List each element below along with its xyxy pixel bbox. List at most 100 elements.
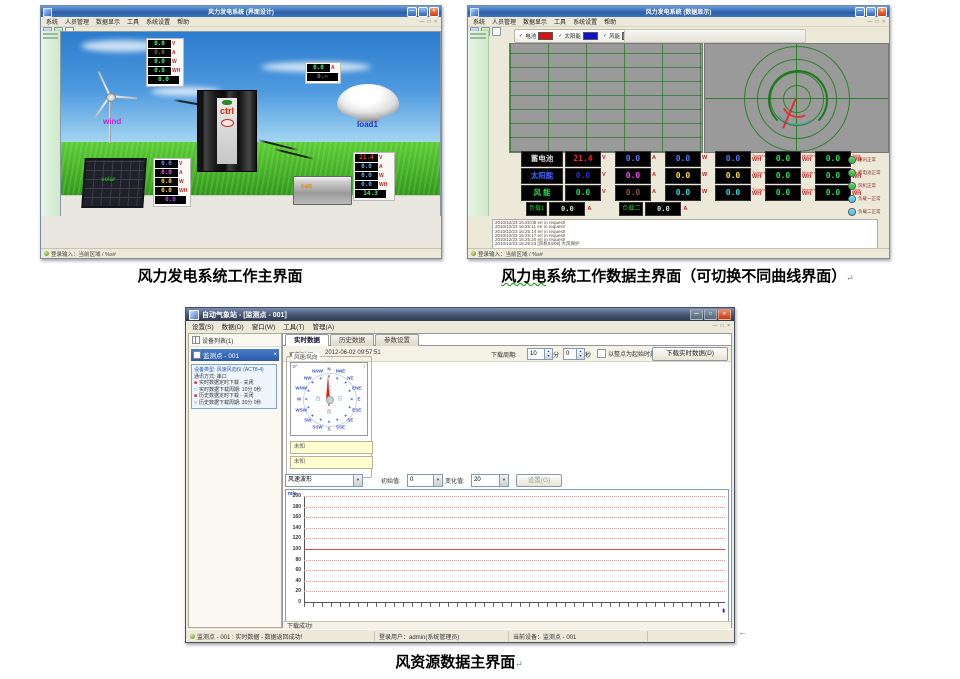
status-light-4: 负载二正常 bbox=[848, 205, 881, 218]
win3-titlebar: 自动气象站 - [监测点 - 001] — □ × bbox=[186, 308, 734, 321]
menu-item-0[interactable]: 设置(S) bbox=[192, 321, 214, 331]
checkbox-align-hour[interactable]: 以整点为起始时刻 bbox=[597, 349, 656, 358]
legend-item-0[interactable]: ✓电池 bbox=[519, 32, 553, 40]
wind-turbine-label: wind bbox=[103, 117, 121, 126]
chevron-down-icon[interactable]: ▼ bbox=[499, 475, 508, 486]
maximize-button[interactable]: □ bbox=[704, 309, 717, 320]
log-area[interactable]: 2010/12/23 16:25:08 err in request!2010/… bbox=[492, 219, 878, 249]
stepper-arrows-icon[interactable]: ▲▼ bbox=[576, 349, 584, 359]
wind-speed-value-box[interactable]: 未知 bbox=[290, 441, 373, 454]
minimize-button[interactable]: — bbox=[407, 7, 417, 17]
status-light-label: 负载二正常 bbox=[858, 209, 881, 215]
compass-zero-label: 0° bbox=[293, 364, 297, 369]
menu-item-3[interactable]: 工具(T) bbox=[283, 321, 304, 331]
menu-item-4[interactable]: 系统设置 bbox=[146, 17, 170, 26]
init-value-select[interactable]: 0 ▼ bbox=[407, 474, 443, 487]
chevron-down-icon[interactable]: ▼ bbox=[353, 475, 362, 486]
win1-sidebar[interactable] bbox=[41, 31, 61, 216]
win3-title: 自动气象站 - [监测点 - 001] bbox=[202, 310, 287, 320]
document-page: 风力发电系统 (界面设计) — □ × 系统人员管理数据显示工具系统设置帮助— … bbox=[0, 0, 960, 679]
tab-2[interactable]: 参数设置 bbox=[375, 334, 419, 346]
win1-app-icon bbox=[43, 8, 52, 17]
menu-item-2[interactable]: 窗口(W) bbox=[252, 321, 275, 331]
menu-item-3[interactable]: 工具 bbox=[127, 17, 139, 26]
legend-swatch bbox=[538, 32, 553, 40]
win2-sidebar[interactable] bbox=[468, 31, 489, 216]
menu-item-2[interactable]: 数据显示 bbox=[523, 17, 547, 26]
caption-left: 风力发电系统工作主界面 bbox=[20, 265, 420, 286]
win2-statusbar: 登录输入：当前区域 / %s# bbox=[468, 248, 889, 258]
load-label: load1 bbox=[357, 120, 378, 129]
unit-label: V bbox=[602, 173, 613, 179]
close-button[interactable]: × bbox=[718, 309, 731, 320]
close-button[interactable]: × bbox=[429, 7, 439, 17]
meter-load: 0.0A0.— bbox=[305, 62, 341, 84]
seconds-stepper[interactable]: 0 ▲▼ bbox=[563, 348, 585, 360]
checkbox-icon: ✓ bbox=[519, 33, 523, 39]
caption-right-rest: 系统工作数据主界面（可切换不同曲线界面） bbox=[546, 269, 846, 285]
checkbox-icon[interactable] bbox=[597, 349, 606, 358]
menu-item-1[interactable]: 人员管理 bbox=[492, 17, 516, 26]
menu-item-4[interactable]: 系统设置 bbox=[573, 17, 597, 26]
menu-item-0[interactable]: 系统 bbox=[46, 17, 58, 26]
sidebar-decor bbox=[43, 37, 58, 39]
unit-main: A bbox=[652, 173, 663, 179]
maximize-button[interactable]: □ bbox=[866, 7, 876, 17]
menu-item-0[interactable]: 系统 bbox=[473, 17, 485, 26]
info-text: 历史数据下载周期: 30分 0秒 bbox=[199, 400, 262, 407]
menu-item-1[interactable]: 数据(D) bbox=[222, 321, 244, 331]
minutes-stepper[interactable]: 10 ▲▼ bbox=[527, 348, 553, 360]
table-cell: 0.0W bbox=[665, 168, 713, 184]
maximize-button[interactable]: □ bbox=[418, 7, 428, 17]
stepper-arrows-icon[interactable]: ▲▼ bbox=[544, 349, 552, 359]
toolbar-icon[interactable] bbox=[492, 27, 501, 36]
caption-bottom-text: 风资源数据主界面 bbox=[395, 655, 515, 671]
menu-item-4[interactable]: 管理(A) bbox=[312, 321, 334, 331]
tree-item-monitor-point[interactable]: 监测点 - 001 × bbox=[191, 349, 279, 361]
minimize-button[interactable]: — bbox=[690, 309, 703, 320]
table-cell: 0.0A bbox=[615, 185, 663, 201]
chevron-down-icon[interactable]: ▼ bbox=[433, 475, 442, 486]
menu-item-3[interactable]: 工具 bbox=[554, 17, 566, 26]
device-info: 设备类型: 风速风向仪 (ACT8-4)通讯方式: 串口■实时数据定时下载 - … bbox=[191, 364, 277, 409]
set-button[interactable]: 设置(G) bbox=[516, 474, 562, 487]
waveform-select[interactable]: 风速波形 ▼ bbox=[285, 474, 363, 487]
lcd-value: 0.0 bbox=[155, 178, 178, 186]
unit-label: Month'sWH bbox=[802, 188, 813, 198]
controller-badge bbox=[221, 119, 234, 127]
tab-0[interactable]: 实时数据 bbox=[285, 334, 329, 346]
tree-close-icon[interactable]: × bbox=[273, 352, 277, 358]
win2-mdi-controls[interactable]: — □ × bbox=[867, 19, 886, 25]
unit-main: WH bbox=[752, 192, 763, 198]
win2-status-text: 登录输入：当前区域 / %s# bbox=[478, 250, 543, 258]
meter-solar: 0.0V0.0A0.0W0.0WH0.0 bbox=[153, 158, 191, 207]
meter-row: 0.0W bbox=[355, 172, 393, 180]
table-cell: 0.0Today'sWH bbox=[715, 168, 763, 184]
table-cell: 0.0Month'sWH bbox=[765, 185, 813, 201]
window-weather-station: 自动气象站 - [监测点 - 001] — □ × 设置(S) 数据(D) 窗口(W… bbox=[185, 307, 735, 643]
close-button[interactable]: × bbox=[877, 7, 887, 17]
tab-1[interactable]: 历史数据 bbox=[330, 334, 374, 346]
unit-label: W bbox=[702, 173, 713, 179]
unit-main: WH bbox=[802, 192, 813, 198]
menu-item-5[interactable]: 帮助 bbox=[604, 17, 616, 26]
tree-checkbox[interactable] bbox=[193, 351, 201, 359]
device-info-line-5: ○历史数据下载周期: 30分 0秒 bbox=[194, 400, 274, 407]
unit-main: A bbox=[652, 190, 663, 196]
win1-mdi-controls[interactable]: — □ × bbox=[419, 19, 438, 25]
legend-item-1[interactable]: ✓太阳能 bbox=[558, 32, 598, 40]
lcd-value: 0.0 bbox=[615, 168, 651, 184]
win3-m[interactable]: — □ × bbox=[712, 323, 731, 329]
unit-main: WH bbox=[752, 175, 763, 181]
menu-item-1[interactable]: 人员管理 bbox=[65, 17, 89, 26]
lcd-value: 0.0 bbox=[665, 151, 701, 167]
unit-main: A bbox=[652, 156, 663, 162]
gridline bbox=[304, 528, 725, 529]
menu-item-5[interactable]: 帮助 bbox=[177, 17, 189, 26]
lcd-footer-value: 14.3 bbox=[355, 190, 386, 198]
download-realtime-button[interactable]: 下载实时数据(D) bbox=[652, 347, 728, 361]
minimize-button[interactable]: — bbox=[855, 7, 865, 17]
menu-item-2[interactable]: 数据显示 bbox=[96, 17, 120, 26]
wind-direction-value-box[interactable]: 未知 bbox=[290, 456, 373, 469]
delta-value-select[interactable]: 20 ▼ bbox=[471, 474, 509, 487]
